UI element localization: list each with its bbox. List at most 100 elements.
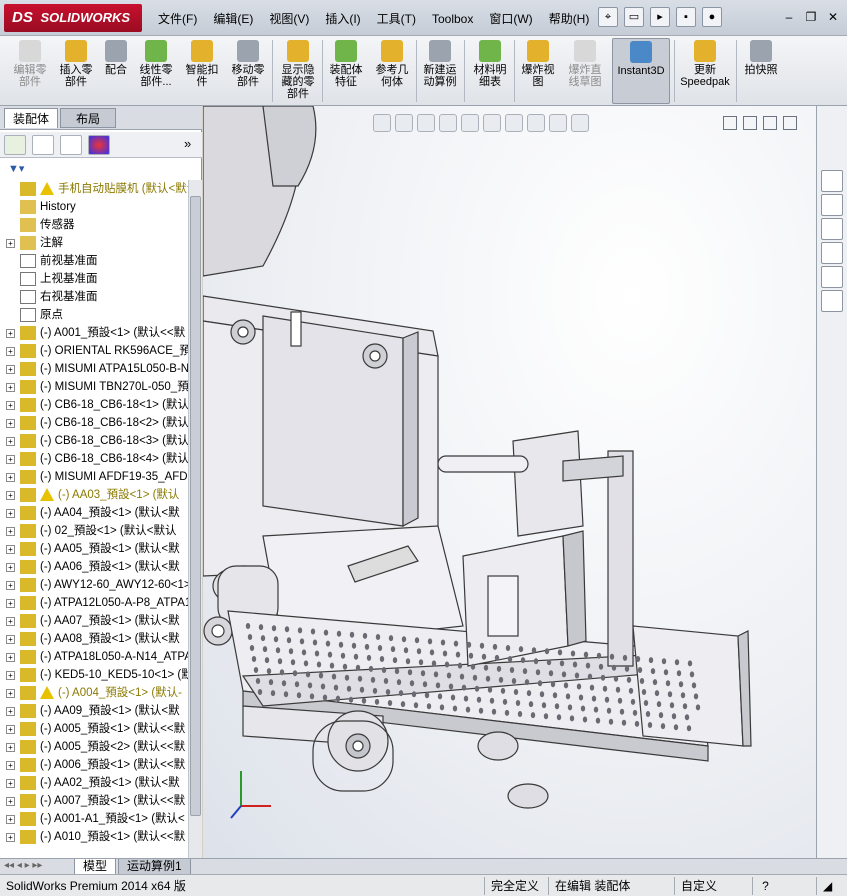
expand-icon[interactable]: + xyxy=(6,509,15,518)
tree-item-component[interactable]: + (-) CB6-18_CB6-18<1> (默认< xyxy=(2,396,188,414)
expand-icon[interactable]: + xyxy=(6,797,15,806)
solidworks-logo[interactable]: DS SOLIDWORKS xyxy=(4,4,142,32)
expand-icon[interactable]: + xyxy=(6,329,15,338)
close-icon[interactable]: ✕ xyxy=(823,8,843,26)
tree-item-component[interactable]: + (-) KED5-10_KED5-10<1> (默 xyxy=(2,666,188,684)
expand-icon[interactable]: + xyxy=(6,689,15,698)
new-motion-study-button[interactable]: 新建运 动算例 xyxy=(418,38,462,104)
show-hidden-components-button[interactable]: 显示隐 藏的零 部件 xyxy=(276,38,320,104)
tree-item-history[interactable]: History xyxy=(2,198,188,216)
expand-icon[interactable]: + xyxy=(6,635,15,644)
tree-item-component[interactable]: + (-) AA03_預設<1> (默认 xyxy=(2,486,188,504)
save-icon[interactable]: ▪ xyxy=(676,7,696,27)
design-library-icon[interactable] xyxy=(821,194,843,216)
display-manager-icon[interactable] xyxy=(88,135,110,155)
expand-icon[interactable]: + xyxy=(6,707,15,716)
tab-layout[interactable]: 布局 xyxy=(60,108,116,128)
menu-tools[interactable]: 工具(T) xyxy=(369,10,424,28)
tree-item-component[interactable]: + (-) ORIENTAL RK596ACE_預設 xyxy=(2,342,188,360)
instant3d-button[interactable]: Instant3D xyxy=(612,38,670,104)
unit-system[interactable]: 自定义 xyxy=(674,877,717,895)
custom-properties-icon[interactable] xyxy=(821,290,843,312)
expand-icon[interactable]: + xyxy=(6,617,15,626)
tree-scrollbar[interactable] xyxy=(188,180,202,858)
tree-item-component[interactable]: + (-) MISUMI ATPA15L050-B-N1 xyxy=(2,360,188,378)
filter-icon[interactable]: ▼▾ xyxy=(8,162,24,175)
tree-item-plane[interactable]: 前视基准面 xyxy=(2,252,188,270)
expand-icon[interactable]: + xyxy=(6,653,15,662)
expand-icon[interactable]: + xyxy=(6,365,15,374)
pin-icon[interactable]: ⌖ xyxy=(598,7,618,27)
tree-item-component[interactable]: + (-) CB6-18_CB6-18<2> (默认< xyxy=(2,414,188,432)
explode-view-button[interactable]: 爆炸视 图 xyxy=(516,38,560,104)
tree-item-component[interactable]: + (-) A010_預設<1> (默认<<默 xyxy=(2,828,188,846)
menu-view[interactable]: 视图(V) xyxy=(261,10,317,28)
tree-item-plane[interactable]: 上视基准面 xyxy=(2,270,188,288)
tree-item-origin[interactable]: 原点 xyxy=(2,306,188,324)
expand-icon[interactable]: + xyxy=(6,455,15,464)
bom-button[interactable]: 材料明 细表 xyxy=(468,38,512,104)
tree-item-component[interactable]: + (-) A005_預設<2> (默认<<默 xyxy=(2,738,188,756)
insert-component-button[interactable]: 插入零 部件 xyxy=(54,38,98,104)
smart-fastener-button[interactable]: 智能扣 件 xyxy=(180,38,224,104)
menu-edit[interactable]: 编辑(E) xyxy=(205,10,261,28)
open-icon[interactable]: ▸ xyxy=(650,7,670,27)
edit-component-button[interactable]: 编辑零 部件 xyxy=(6,38,54,104)
expand-icon[interactable]: + xyxy=(6,761,15,770)
expand-icon[interactable]: + xyxy=(6,743,15,752)
tree-item-component[interactable]: + (-) AA05_預設<1> (默认<默 xyxy=(2,540,188,558)
tree-item-sensor[interactable]: 传感器 xyxy=(2,216,188,234)
traffic-light-icon[interactable]: ● xyxy=(702,7,722,27)
tree-item-component[interactable]: + (-) A005_預設<1> (默认<<默 xyxy=(2,720,188,738)
expand-icon[interactable]: + xyxy=(6,779,15,788)
resize-grip-icon[interactable]: ◢ xyxy=(816,877,832,895)
tree-item-component[interactable]: + (-) MISUMI TBN270L-050_預設 xyxy=(2,378,188,396)
expand-icon[interactable]: + xyxy=(6,437,15,446)
new-document-icon[interactable]: ▭ xyxy=(624,7,644,27)
update-speedpak-button[interactable]: 更新 Speedpak xyxy=(676,38,734,104)
linear-pattern-button[interactable]: 线性零 部件... xyxy=(134,38,178,104)
tree-item-component[interactable]: + (-) AA02_預設<1> (默认<默 xyxy=(2,774,188,792)
tree-item-component[interactable]: + (-) A006_預設<1> (默认<<默 xyxy=(2,756,188,774)
expand-icon[interactable]: + xyxy=(6,419,15,428)
expand-icon[interactable]: + xyxy=(6,527,15,536)
tree-item-component[interactable]: + (-) ATPA18L050-A-N14_ATPA xyxy=(2,648,188,666)
menu-file[interactable]: 文件(F) xyxy=(150,10,205,28)
tree-item-component[interactable]: + (-) AWY12-60_AWY12-60<1> xyxy=(2,576,188,594)
tree-item-component[interactable]: + (-) CB6-18_CB6-18<4> (默认< xyxy=(2,450,188,468)
tree-item-component[interactable]: + (-) A004_預設<1> (默认- xyxy=(2,684,188,702)
expand-icon[interactable]: + xyxy=(6,581,15,590)
tree-item-component[interactable]: + (-) A007_預設<1> (默认<<默 xyxy=(2,792,188,810)
snapshot-button[interactable]: 拍快照 xyxy=(738,38,784,104)
tree-item-component[interactable]: + (-) 02_預設<1> (默认<默认 xyxy=(2,522,188,540)
feature-manager-icon[interactable] xyxy=(4,135,26,155)
expand-icon[interactable]: + xyxy=(6,383,15,392)
tree-item-component[interactable]: + (-) MISUMI AFDF19-35_AFDF xyxy=(2,468,188,486)
expand-icon[interactable]: + xyxy=(6,545,15,554)
tab-model[interactable]: 模型 xyxy=(74,859,117,875)
explode-line-sketch-button[interactable]: 爆炸直 线草图 xyxy=(562,38,608,104)
tab-assembly[interactable]: 装配体 xyxy=(4,108,59,128)
menu-insert[interactable]: 插入(I) xyxy=(317,10,368,28)
expand-icon[interactable]: + xyxy=(6,473,15,482)
expand-icon[interactable]: + xyxy=(6,815,15,824)
tree-item-component[interactable]: + (-) AA07_預設<1> (默认<默 xyxy=(2,612,188,630)
view-palette-icon[interactable] xyxy=(821,242,843,264)
menu-help[interactable]: 帮助(H) xyxy=(541,10,598,28)
file-explorer-icon[interactable] xyxy=(821,218,843,240)
expand-panel-icon[interactable]: » xyxy=(184,136,191,151)
configuration-manager-icon[interactable] xyxy=(60,135,82,155)
help-icon[interactable]: ? xyxy=(752,877,772,895)
tree-item-component[interactable]: + (-) A001_預設<1> (默认<<默 xyxy=(2,324,188,342)
expand-icon[interactable]: + xyxy=(6,347,15,356)
tree-item-plane[interactable]: 右视基准面 xyxy=(2,288,188,306)
expand-icon[interactable]: + xyxy=(6,833,15,842)
expand-icon[interactable]: + xyxy=(6,401,15,410)
menu-window[interactable]: 窗口(W) xyxy=(481,10,540,28)
expand-icon[interactable]: + xyxy=(6,239,15,248)
tree-item-component[interactable]: + (-) A001-A1_預設<1> (默认< xyxy=(2,810,188,828)
appearances-icon[interactable] xyxy=(821,266,843,288)
tree-scrollbar-thumb[interactable] xyxy=(190,196,201,816)
reference-geometry-button[interactable]: 参考几 何体 xyxy=(370,38,414,104)
expand-icon[interactable]: + xyxy=(6,599,15,608)
